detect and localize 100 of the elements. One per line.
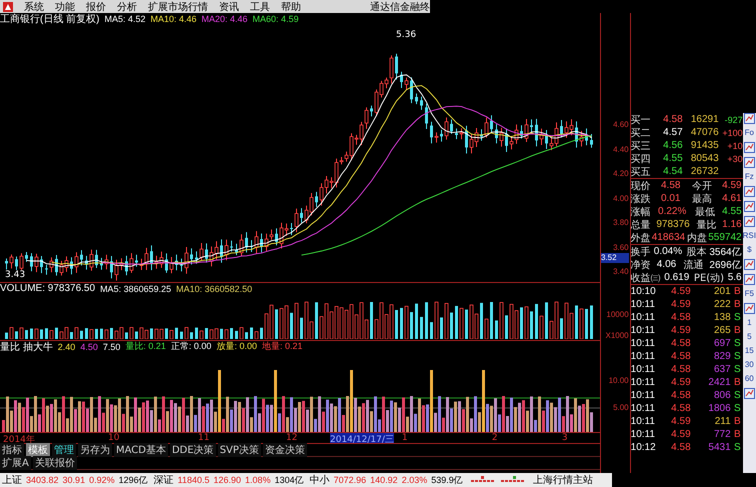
trade-time: 10:11 bbox=[630, 390, 656, 401]
price-tick: 3.60 bbox=[613, 242, 629, 252]
trade-price: 4.58 bbox=[670, 364, 691, 375]
template-tab[interactable]: SVP决策 bbox=[218, 443, 261, 457]
index-value: 3403.82 bbox=[26, 475, 59, 485]
trade-time: 10:11 bbox=[630, 416, 656, 427]
low-price-label: 3.43 bbox=[4, 270, 26, 280]
index-amount: 1304亿 bbox=[274, 474, 304, 486]
indicator-legend: 正常: 0.00 bbox=[170, 340, 212, 353]
toolbar-button[interactable]: Fz bbox=[744, 172, 754, 182]
bid-level-label: 买四 bbox=[630, 152, 652, 166]
stock-title: 工商银行(日线 前复权) bbox=[0, 12, 100, 26]
menu-item[interactable]: 帮助 bbox=[281, 0, 301, 14]
menu-item[interactable]: 分析 bbox=[117, 0, 137, 14]
trade-volume: 211 bbox=[714, 416, 731, 427]
trade-volume: 637 bbox=[712, 364, 731, 375]
trade-volume: 5431 bbox=[707, 442, 731, 453]
trade-side: S bbox=[732, 364, 741, 375]
menu-item[interactable]: 扩展市场行情 bbox=[148, 0, 208, 14]
toolbar-button[interactable]: 30 bbox=[744, 360, 754, 370]
extension-tab[interactable]: 扩展A bbox=[0, 456, 31, 470]
indicator-legend: 量比: 0.21 bbox=[125, 340, 166, 353]
trade-volume: 697 bbox=[712, 338, 731, 349]
toolbar-icon[interactable] bbox=[744, 142, 755, 153]
volume-ma-legend: MA10: 3660582.50 bbox=[176, 284, 252, 294]
indicator-legend: 4.50 bbox=[80, 342, 98, 352]
trade-time: 10:11 bbox=[630, 403, 656, 414]
template-tab[interactable]: 资金决策 bbox=[262, 443, 307, 457]
volume-title: VOLUME: 978376.50 bbox=[0, 283, 96, 294]
trade-price: 4.59 bbox=[670, 325, 691, 336]
index-name: 上证 bbox=[2, 474, 22, 487]
trade-side: B bbox=[732, 429, 741, 440]
toolbar-icon[interactable] bbox=[744, 157, 755, 168]
fundamental-value: 0.04% bbox=[654, 246, 682, 257]
template-tab[interactable]: 管理 bbox=[52, 443, 76, 457]
trade-price: 4.58 bbox=[670, 312, 691, 323]
bid-volume: 47076 bbox=[690, 127, 719, 138]
extension-tab[interactable]: 关联报价 bbox=[32, 456, 77, 470]
indicator-legend: 放量: 0.00 bbox=[216, 340, 257, 353]
quote-label: 涨幅 bbox=[630, 206, 651, 218]
fundamental-label: PE(动) bbox=[694, 272, 724, 284]
quote-value: 0.22% bbox=[658, 206, 686, 217]
fundamental-value: 5.6 bbox=[728, 272, 742, 283]
toolbar-icon[interactable] bbox=[744, 274, 755, 285]
date-label: 2014年 bbox=[3, 434, 35, 443]
quote-value: 4.61 bbox=[722, 193, 742, 204]
fundamental-label: 流通 bbox=[683, 258, 704, 272]
template-tab[interactable]: 另存为 bbox=[78, 443, 112, 457]
quote-label: 涨跌 bbox=[630, 192, 651, 206]
toolbar-button[interactable]: 1 bbox=[747, 318, 752, 328]
toolbar-icon[interactable] bbox=[744, 303, 755, 314]
toolbar-button[interactable]: F5 bbox=[744, 289, 754, 299]
toolbar-icon[interactable] bbox=[744, 201, 755, 212]
menu-item[interactable]: 工具 bbox=[250, 0, 270, 14]
bid-change: +10 bbox=[726, 140, 743, 150]
index-change: 140.92 bbox=[370, 475, 398, 485]
toolbar-button[interactable]: $ bbox=[747, 245, 752, 255]
high-price-label: 5.36 bbox=[396, 30, 416, 40]
toolbar-icon[interactable] bbox=[744, 216, 755, 227]
date-label: 12 bbox=[286, 433, 298, 443]
server-name: 上海行情主站 bbox=[532, 474, 593, 487]
trade-volume: 829 bbox=[712, 351, 731, 362]
toolbar-icon[interactable] bbox=[744, 388, 755, 399]
template-tab[interactable]: 指标 bbox=[0, 443, 24, 457]
menu-item[interactable]: 资讯 bbox=[219, 0, 239, 14]
toolbar-icon[interactable] bbox=[744, 186, 755, 197]
toolbar-button[interactable]: 15 bbox=[744, 346, 754, 356]
trade-price: 4.59 bbox=[670, 286, 691, 297]
quote-value: 4.58 bbox=[660, 180, 680, 191]
trade-volume: 806 bbox=[712, 390, 731, 401]
trade-side: B bbox=[732, 299, 741, 310]
toolbar-button[interactable]: 5 bbox=[747, 332, 752, 342]
trade-price: 4.58 bbox=[670, 390, 691, 401]
template-tab[interactable]: MACD基本 bbox=[114, 443, 168, 457]
bid-volume: 80543 bbox=[690, 153, 719, 164]
trade-side: S bbox=[732, 312, 741, 323]
toolbar-button[interactable]: RSI bbox=[742, 231, 756, 241]
toolbar-button[interactable]: Fo bbox=[744, 128, 754, 138]
date-label: 2014/12/17/三 bbox=[330, 433, 394, 443]
menu-item[interactable]: 功能 bbox=[55, 0, 75, 14]
trade-volume: 772 bbox=[712, 429, 731, 440]
menu-item[interactable]: 系统 bbox=[24, 0, 44, 14]
menu-item[interactable]: 报价 bbox=[86, 0, 106, 14]
price-tick: 3.80 bbox=[613, 218, 629, 227]
toolbar-icon[interactable] bbox=[744, 259, 755, 270]
bid-volume: 91435 bbox=[690, 140, 719, 151]
price-tick: 4.40 bbox=[613, 144, 629, 154]
quote-label: 总量 bbox=[630, 218, 651, 232]
template-tab[interactable]: DDE决策 bbox=[170, 443, 216, 457]
trade-volume: 222 bbox=[712, 299, 731, 310]
toolbar-button[interactable]: 60 bbox=[744, 374, 754, 384]
indicator-legend: 2.40 bbox=[58, 342, 76, 352]
fundamental-value: 0.619 bbox=[664, 272, 690, 283]
quote-value: 418634 bbox=[652, 232, 686, 243]
trade-volume: 1806 bbox=[707, 403, 731, 414]
fundamental-label: 净资 bbox=[630, 258, 651, 272]
template-tab[interactable]: 模板 bbox=[26, 443, 50, 457]
bid-price: 4.56 bbox=[662, 140, 683, 151]
quote-label: 现价 bbox=[630, 180, 651, 192]
toolbar-icon[interactable] bbox=[744, 113, 755, 124]
